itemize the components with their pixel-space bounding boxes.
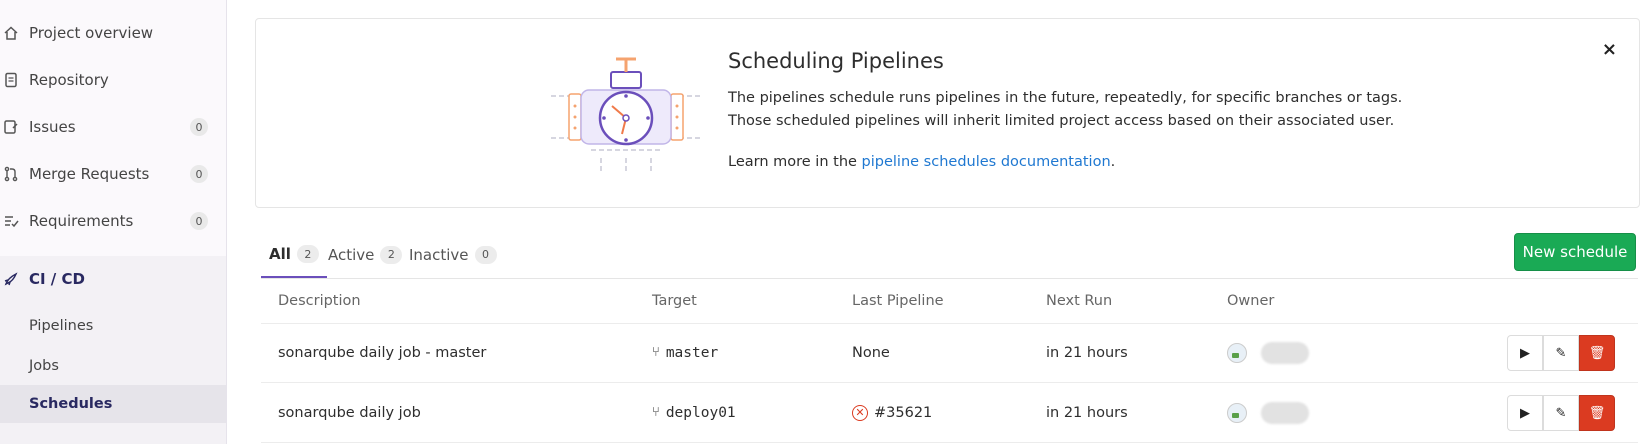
sidebar-item-merge-requests[interactable]: Merge Requests 0 xyxy=(0,151,226,197)
issues-icon xyxy=(2,118,20,136)
play-icon: ▶ xyxy=(1520,405,1530,421)
column-header-next-run: Next Run xyxy=(1046,293,1113,309)
schedule-description: sonarqube daily job - master xyxy=(278,344,487,361)
last-pipeline: None xyxy=(852,344,890,361)
play-icon: ▶ xyxy=(1520,345,1530,361)
table-row: sonarqube daily job ⑂ deploy01 ✕ #35621 … xyxy=(261,383,1638,443)
column-header-owner: Owner xyxy=(1227,293,1275,309)
table-header: Description Target Last Pipeline Next Ru… xyxy=(261,279,1638,324)
pencil-icon: ✎ xyxy=(1555,345,1567,361)
sidebar-subitem-pipelines[interactable]: Pipelines xyxy=(0,307,226,345)
avatar xyxy=(1227,402,1247,423)
sidebar-subitem-schedules[interactable]: Schedules xyxy=(0,385,226,423)
column-header-last-pipeline: Last Pipeline xyxy=(852,293,944,309)
edit-button[interactable]: ✎ xyxy=(1543,395,1579,431)
schedule-tabs: All 2 Active 2 Inactive 0 xyxy=(261,232,1638,279)
count-badge: 0 xyxy=(190,212,208,230)
learn-more-text: Learn more in the pipeline schedules doc… xyxy=(728,154,1116,170)
sidebar: Project overview Repository Issues 0 Mer… xyxy=(0,0,227,444)
delete-button[interactable]: 🗑 xyxy=(1579,395,1615,431)
trash-icon: 🗑 xyxy=(1588,405,1606,421)
failed-status-icon: ✕ xyxy=(852,404,868,421)
rocket-icon xyxy=(2,270,20,288)
sidebar-item-issues[interactable]: Issues 0 xyxy=(0,104,226,150)
column-header-description: Description xyxy=(278,293,361,309)
requirements-icon xyxy=(2,212,20,230)
next-run: in 21 hours xyxy=(1046,404,1128,421)
tab-count-badge: 0 xyxy=(474,245,497,264)
pipeline-schedules-docs-link[interactable]: pipeline schedules documentation xyxy=(862,154,1111,170)
sidebar-item-requirements[interactable]: Requirements 0 xyxy=(0,198,226,244)
owner[interactable] xyxy=(1227,323,1309,382)
cicd-section: CI / CD Pipelines Jobs Schedules xyxy=(0,256,226,444)
play-button[interactable]: ▶ xyxy=(1507,395,1543,431)
schedule-target[interactable]: ⑂ deploy01 xyxy=(652,383,736,442)
branch-icon: ⑂ xyxy=(652,345,660,360)
trash-icon: 🗑 xyxy=(1588,345,1606,361)
next-run: in 21 hours xyxy=(1046,344,1128,361)
avatar xyxy=(1227,342,1247,363)
schedule-description: sonarqube daily job xyxy=(278,404,421,421)
close-icon[interactable]: × xyxy=(1602,39,1617,60)
row-actions: ▶ ✎ 🗑 xyxy=(1507,335,1615,371)
sidebar-subitem-jobs[interactable]: Jobs xyxy=(0,347,226,385)
tab-count-badge: 2 xyxy=(296,245,319,263)
table-row: sonarqube daily job - master ⑂ master No… xyxy=(261,323,1638,383)
delete-button[interactable]: 🗑 xyxy=(1579,335,1615,371)
owner[interactable] xyxy=(1227,383,1309,442)
schedule-target[interactable]: ⑂ master xyxy=(652,323,718,382)
edit-button[interactable]: ✎ xyxy=(1543,335,1579,371)
owner-name-redacted xyxy=(1261,341,1309,364)
tab-all[interactable]: All 2 xyxy=(261,232,327,278)
pipeline-schedule-illustration xyxy=(541,54,711,174)
last-pipeline[interactable]: ✕ #35621 xyxy=(852,383,932,442)
callout-description-line-2: Those scheduled pipelines will inherit l… xyxy=(728,113,1395,129)
owner-name-redacted xyxy=(1261,401,1309,424)
home-icon xyxy=(2,24,20,42)
tab-count-badge: 2 xyxy=(380,245,403,264)
sidebar-item-cicd[interactable]: CI / CD xyxy=(0,256,226,302)
play-button[interactable]: ▶ xyxy=(1507,335,1543,371)
callout-description-line-1: The pipelines schedule runs pipelines in… xyxy=(728,90,1403,106)
tab-inactive[interactable]: Inactive 0 xyxy=(409,232,497,277)
tab-active[interactable]: Active 2 xyxy=(328,232,403,277)
callout-title: Scheduling Pipelines xyxy=(728,49,944,73)
column-header-target: Target xyxy=(652,293,697,309)
sidebar-item-project-overview[interactable]: Project overview xyxy=(0,10,226,56)
count-badge: 0 xyxy=(190,165,208,183)
doc-icon xyxy=(2,71,20,89)
pencil-icon: ✎ xyxy=(1555,405,1567,421)
branch-icon: ⑂ xyxy=(652,405,660,420)
count-badge: 0 xyxy=(190,118,208,136)
row-actions: ▶ ✎ 🗑 xyxy=(1507,395,1615,431)
new-schedule-button[interactable]: New schedule xyxy=(1514,233,1636,271)
merge-request-icon xyxy=(2,165,20,183)
sidebar-item-repository[interactable]: Repository xyxy=(0,57,226,103)
scheduling-callout: Scheduling Pipelines The pipelines sched… xyxy=(255,18,1640,208)
